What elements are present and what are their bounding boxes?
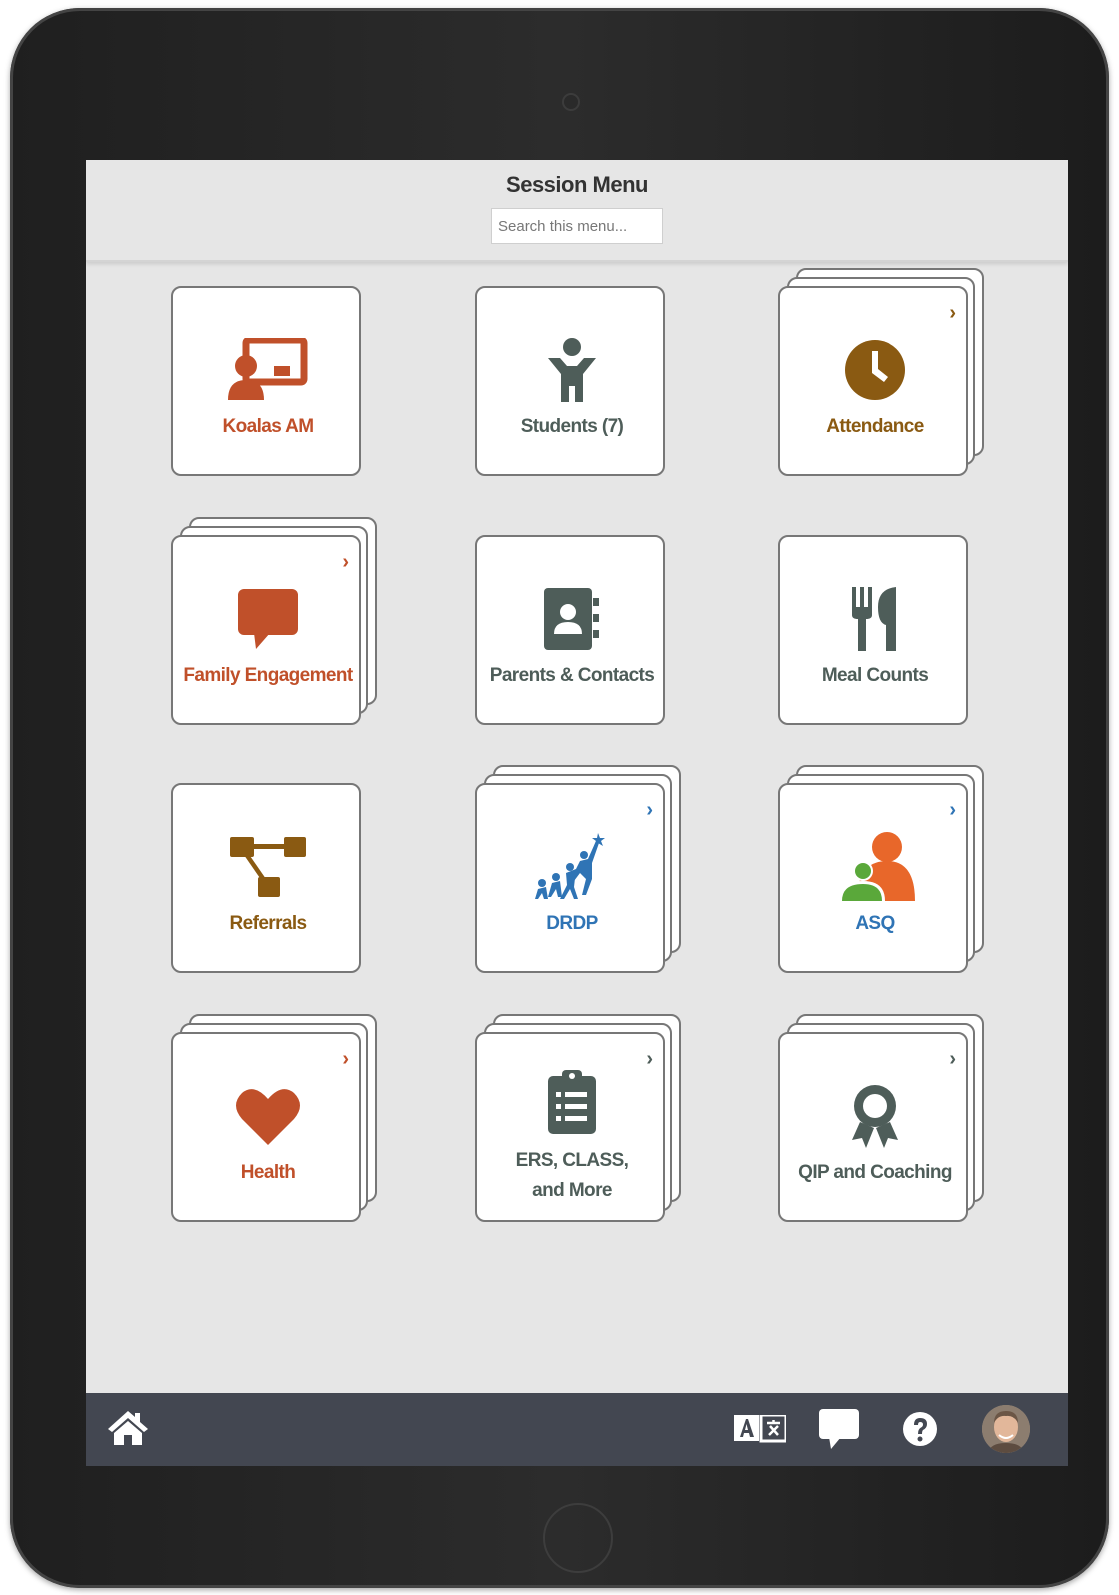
tile-label: ASQ xyxy=(855,913,895,934)
address-book-icon xyxy=(477,579,667,659)
tile-face[interactable]: Koalas AM xyxy=(171,286,361,476)
tile-face[interactable]: › Attendance xyxy=(778,286,968,476)
camera-dot xyxy=(562,93,580,111)
tablet-frame: Session Menu Koalas AM xyxy=(10,8,1109,1588)
app-screen: Session Menu Koalas AM xyxy=(86,160,1068,1466)
tile-referrals[interactable]: Referrals xyxy=(171,783,361,973)
clock-icon xyxy=(780,330,970,410)
sitemap-icon xyxy=(173,827,363,907)
tile-meal-counts[interactable]: Meal Counts xyxy=(778,535,968,725)
speech-bubble-icon xyxy=(173,579,363,659)
chevron-right-icon: › xyxy=(949,1048,956,1070)
fork-knife-icon xyxy=(780,579,970,659)
tile-face[interactable]: › ASQ xyxy=(778,783,968,973)
tile-face[interactable]: › Health xyxy=(171,1032,361,1222)
tile-label: Koalas AM xyxy=(222,416,314,437)
tile-face[interactable]: Parents & Contacts xyxy=(475,535,665,725)
clipboard-list-icon xyxy=(477,1062,667,1142)
tile-face[interactable]: › DRDP xyxy=(475,783,665,973)
tile-face[interactable]: Referrals xyxy=(171,783,361,973)
tile-health[interactable]: › Health xyxy=(171,1014,377,1222)
avatar[interactable] xyxy=(982,1405,1030,1453)
tile-koalas-am[interactable]: Koalas AM xyxy=(171,286,361,476)
chevron-right-icon: › xyxy=(949,302,956,324)
tile-ers-class[interactable]: › ERS, CLASS, and More xyxy=(475,1014,681,1222)
tile-label: Family Engagement xyxy=(183,665,353,686)
tile-face[interactable]: › Family Engagement xyxy=(171,535,361,725)
tile-students[interactable]: Students (7) xyxy=(475,286,665,476)
heart-icon xyxy=(173,1076,363,1156)
tile-drdp[interactable]: › DRDP xyxy=(475,765,681,973)
device-home-button[interactable] xyxy=(543,1503,613,1573)
tile-label: DRDP xyxy=(546,913,598,934)
help-icon[interactable] xyxy=(902,1411,938,1452)
chevron-right-icon: › xyxy=(949,799,956,821)
tile-label: Students (7) xyxy=(520,416,624,437)
tile-qip-coaching[interactable]: › QIP and Coaching xyxy=(778,1014,984,1222)
tile-family-engagement[interactable]: › Family Engagement xyxy=(171,517,377,725)
drdp-logo-icon xyxy=(477,827,667,907)
home-icon[interactable] xyxy=(106,1409,150,1452)
tile-face[interactable]: Students (7) xyxy=(475,286,665,476)
search-input[interactable] xyxy=(491,208,663,244)
chat-icon[interactable] xyxy=(819,1409,859,1454)
translate-icon[interactable] xyxy=(734,1413,788,1448)
page-title: Session Menu xyxy=(506,172,648,197)
tile-label: Attendance xyxy=(826,416,924,437)
tile-parents-contacts[interactable]: Parents & Contacts xyxy=(475,535,665,725)
tile-face[interactable]: › QIP and Coaching xyxy=(778,1032,968,1222)
tile-label: Meal Counts xyxy=(821,665,929,686)
tile-attendance[interactable]: › Attendance xyxy=(778,268,984,476)
child-icon xyxy=(477,330,667,410)
tile-label: Parents & Contacts xyxy=(489,665,655,686)
tile-label: Health xyxy=(240,1162,296,1183)
bottom-toolbar xyxy=(86,1393,1068,1466)
tile-face[interactable]: › ERS, CLASS, and More xyxy=(475,1032,665,1222)
chevron-right-icon: › xyxy=(646,799,653,821)
session-menu-header: Session Menu xyxy=(86,160,1068,262)
chevron-right-icon: › xyxy=(342,551,349,573)
award-ribbon-icon xyxy=(780,1076,970,1156)
asq-logo-icon xyxy=(780,827,970,907)
classroom-icon xyxy=(173,330,363,410)
tile-label: Referrals xyxy=(229,913,308,934)
tile-label: ERS, CLASS, and More xyxy=(515,1150,629,1201)
tile-asq[interactable]: › ASQ xyxy=(778,765,984,973)
tile-face[interactable]: Meal Counts xyxy=(778,535,968,725)
tile-label: QIP and Coaching xyxy=(798,1162,952,1183)
chevron-right-icon: › xyxy=(342,1048,349,1070)
